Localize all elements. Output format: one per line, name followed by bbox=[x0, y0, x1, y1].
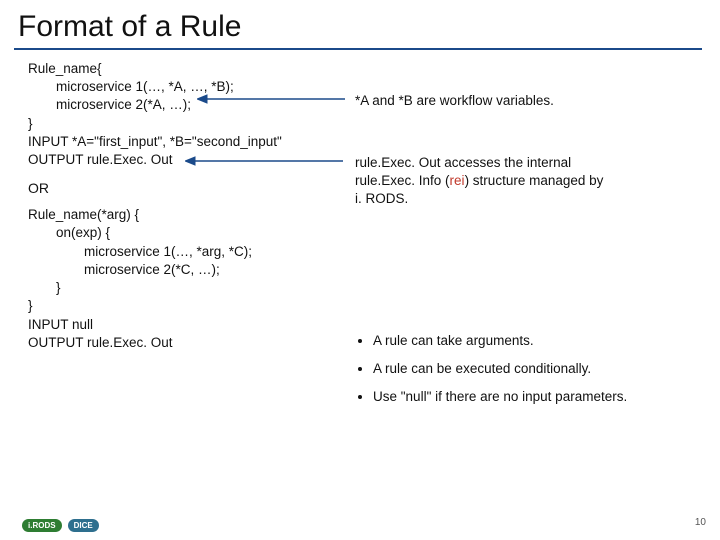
code-line: on(exp) { bbox=[28, 224, 702, 242]
code-line: microservice 2(*C, …); bbox=[28, 261, 702, 279]
bullet-item: Use "null" if there are no input paramet… bbox=[373, 388, 627, 406]
code-line: } bbox=[28, 279, 702, 297]
page-number: 10 bbox=[695, 517, 706, 528]
slide-body: Rule_name{ microservice 1(…, *A, …, *B);… bbox=[0, 54, 720, 352]
title-underline bbox=[14, 48, 702, 50]
code-line: INPUT *A="first_input", *B="second_input… bbox=[28, 133, 702, 151]
code-line: Rule_name(*arg) { bbox=[28, 206, 702, 224]
badge-dice: DICE bbox=[68, 519, 99, 532]
arrow-icon bbox=[185, 154, 345, 168]
badge-irods: i.RODS bbox=[22, 519, 62, 532]
note-rule-exec-out: rule.Exec. Out accesses the internal rul… bbox=[355, 154, 605, 209]
arrow-icon bbox=[197, 92, 347, 106]
slide-title: Format of a Rule bbox=[0, 0, 720, 48]
bullet-item: A rule can take arguments. bbox=[373, 332, 627, 350]
footer-badges: i.RODS DICE bbox=[22, 519, 99, 532]
code-line: Rule_name{ bbox=[28, 60, 702, 78]
note-workflow-vars: *A and *B are workflow variables. bbox=[355, 92, 554, 110]
bullet-item: A rule can be executed conditionally. bbox=[373, 360, 627, 378]
code-line: microservice 1(…, *arg, *C); bbox=[28, 243, 702, 261]
bullet-list: A rule can take arguments. A rule can be… bbox=[355, 332, 627, 417]
code-line: INPUT null bbox=[28, 316, 702, 334]
code-line: } bbox=[28, 115, 702, 133]
code-line: } bbox=[28, 297, 702, 315]
rei-highlight: rei bbox=[450, 173, 465, 188]
